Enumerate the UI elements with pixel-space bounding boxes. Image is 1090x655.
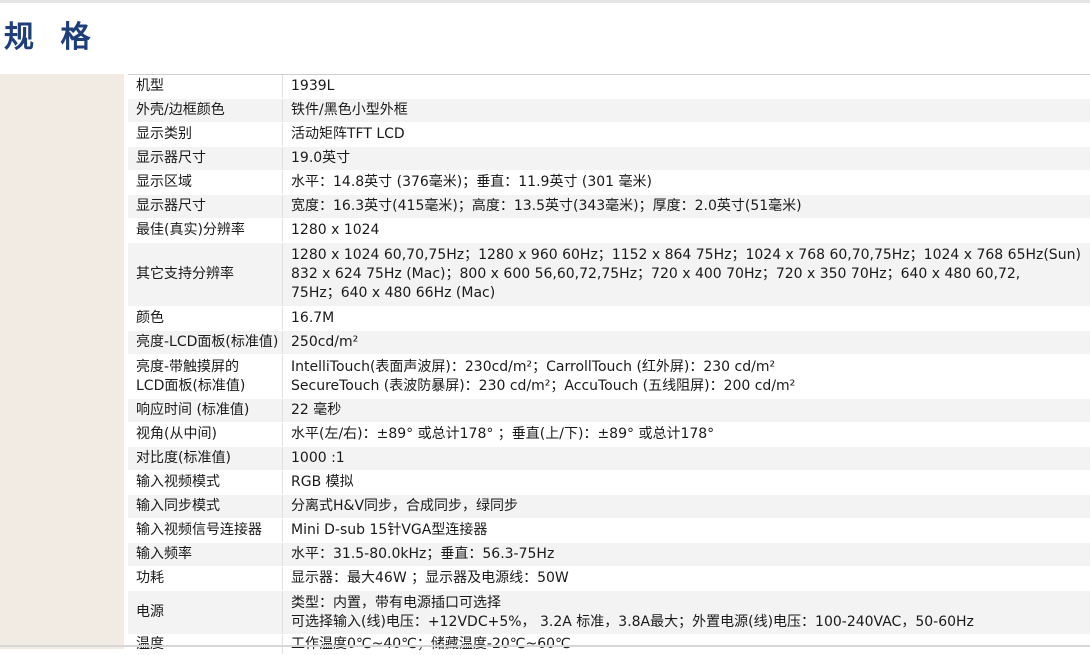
spec-label: 响应时间 (标准值) (136, 402, 250, 418)
spec-label: 亮度-LCD面板(标准值) (136, 334, 279, 350)
spec-label: 颜色 (136, 310, 164, 326)
spec-value: 宽度：16.3英寸(415毫米)；高度：13.5英寸(343毫米)；厚度：2.0… (282, 195, 1090, 218)
spec-row: 输入同步模式 分离式H&V同步，合成同步，绿同步 (128, 495, 1090, 519)
spec-label: 显示类别 (136, 126, 192, 142)
spec-value: 水平：31.5-80.0kHz；垂直：56.3-75Hz (282, 543, 1090, 566)
spec-row: 视角(从中间) 水平(左/右)：±89° 或总计178° ；垂直(上/下)：±89… (128, 423, 1090, 447)
spec-label: 输入视频信号连接器 (136, 522, 262, 538)
spec-row: 机型 1939L (128, 75, 1090, 99)
spec-row: 响应时间 (标准值) 22 毫秒 (128, 399, 1090, 423)
spec-value: RGB 模拟 (282, 471, 1090, 494)
spec-row: 显示器尺寸 宽度：16.3英寸(415毫米)；高度：13.5英寸(343毫米)；厚… (128, 195, 1090, 219)
spec-value: 16.7M (282, 307, 1090, 330)
spec-row: 输入视频信号连接器 Mini D-sub 15针VGA型连接器 (128, 519, 1090, 543)
spec-table: 机型 1939L 外壳/边框颜色 铁件/黑色小型外框 显示类别 活动矩阵TFT LCD… (128, 74, 1090, 655)
spec-row: 显示器尺寸 19.0英寸 (128, 147, 1090, 171)
spec-label: 显示器尺寸 (136, 198, 206, 214)
top-rule (0, 0, 1090, 3)
spec-row: 电源 类型：内置，带有电源插口可选择 可选择输入(线)电压：+12VDC+5%， … (128, 591, 1090, 635)
spec-label: 机型 (136, 78, 164, 94)
spec-label: 输入视频模式 (136, 474, 220, 490)
spec-value: IntelliTouch(表面声波屏)：230cd/m²；CarrollTouc… (282, 355, 1090, 398)
spec-value: 19.0英寸 (282, 147, 1090, 170)
spec-label: 输入同步模式 (136, 498, 220, 514)
spec-value: 1000 :1 (282, 447, 1090, 470)
spec-value: 水平(左/右)：±89° 或总计178° ；垂直(上/下)：±89° 或总计17… (282, 423, 1090, 446)
spec-label: 对比度(标准值) (136, 450, 231, 466)
spec-label: 视角(从中间) (136, 426, 217, 442)
spec-value: 分离式H&V同步，合成同步，绿同步 (282, 495, 1090, 518)
spec-label: 显示器尺寸 (136, 150, 206, 166)
spec-label: 其它支持分辨率 (136, 266, 234, 282)
spec-label: 显示区域 (136, 174, 192, 190)
spec-row: 其它支持分辨率 1280 x 1024 60,70,75Hz；1280 x 960… (128, 243, 1090, 307)
spec-row: 输入视频模式 RGB 模拟 (128, 471, 1090, 495)
spec-value: 250cd/m² (282, 331, 1090, 354)
spec-value: Mini D-sub 15针VGA型连接器 (282, 519, 1090, 542)
spec-row: 亮度-LCD面板(标准值) 250cd/m² (128, 331, 1090, 355)
left-sidebar-band (0, 74, 124, 649)
spec-label: 输入频率 (136, 546, 192, 562)
spec-value: 1280 x 1024 60,70,75Hz；1280 x 960 60Hz；1… (282, 243, 1090, 306)
spec-row: 对比度(标准值) 1000 :1 (128, 447, 1090, 471)
spec-row: 颜色 16.7M (128, 307, 1090, 331)
spec-value: 显示器：最大46W ；显示器及电源线：50W (282, 567, 1090, 590)
spec-label: 电源 (136, 604, 164, 620)
spec-label: 最佳(真实)分辨率 (136, 222, 245, 238)
spec-value: 活动矩阵TFT LCD (282, 123, 1090, 146)
spec-row: 显示区域 水平：14.8英寸 (376毫米)；垂直：11.9英寸 (301 毫米) (128, 171, 1090, 195)
spec-value: 铁件/黑色小型外框 (282, 99, 1090, 122)
spec-value: 水平：14.8英寸 (376毫米)；垂直：11.9英寸 (301 毫米) (282, 171, 1090, 194)
spec-row: 功耗 显示器：最大46W ；显示器及电源线：50W (128, 567, 1090, 591)
spec-row: 最佳(真实)分辨率 1280 x 1024 (128, 219, 1090, 243)
spec-row: 输入频率 水平：31.5-80.0kHz；垂直：56.3-75Hz (128, 543, 1090, 567)
spec-row: 显示类别 活动矩阵TFT LCD (128, 123, 1090, 147)
spec-label: 亮度-带触摸屏的 LCD面板(标准值) (136, 358, 246, 394)
spec-value: 类型：内置，带有电源插口可选择 可选择输入(线)电压：+12VDC+5%， 3.… (282, 591, 1090, 634)
spec-label: 功耗 (136, 570, 164, 586)
spec-value: 1939L (282, 75, 1090, 98)
spec-row: 亮度-带触摸屏的 LCD面板(标准值) IntelliTouch(表面声波屏)：2… (128, 355, 1090, 399)
spec-row: 外壳/边框颜色 铁件/黑色小型外框 (128, 99, 1090, 123)
spec-value: 1280 x 1024 (282, 219, 1090, 242)
spec-value: 22 毫秒 (282, 399, 1090, 422)
bottom-rule (0, 645, 1090, 647)
page-title: 规 格 (4, 20, 99, 55)
spec-label: 外壳/边框颜色 (136, 102, 225, 118)
